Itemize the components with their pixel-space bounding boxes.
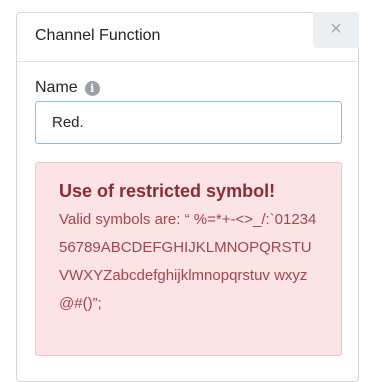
info-icon[interactable]: i — [84, 80, 100, 96]
close-icon: × — [330, 18, 342, 40]
error-title: Use of restricted symbol! — [59, 181, 276, 201]
close-button[interactable]: × — [313, 12, 359, 48]
error-alert: Use of restricted symbol! Valid symbols … — [35, 162, 342, 356]
name-label-row: Name i — [35, 79, 100, 97]
channel-function-dialog: Channel Function × Name i Use of restric… — [16, 12, 359, 382]
error-message: Valid symbols are: “ %=*+-<>_/:`01234567… — [59, 211, 317, 312]
name-input[interactable] — [35, 101, 342, 144]
dialog-title: Channel Function — [35, 27, 161, 44]
dialog-header: Channel Function × — [17, 12, 359, 62]
name-label: Name — [35, 79, 78, 96]
